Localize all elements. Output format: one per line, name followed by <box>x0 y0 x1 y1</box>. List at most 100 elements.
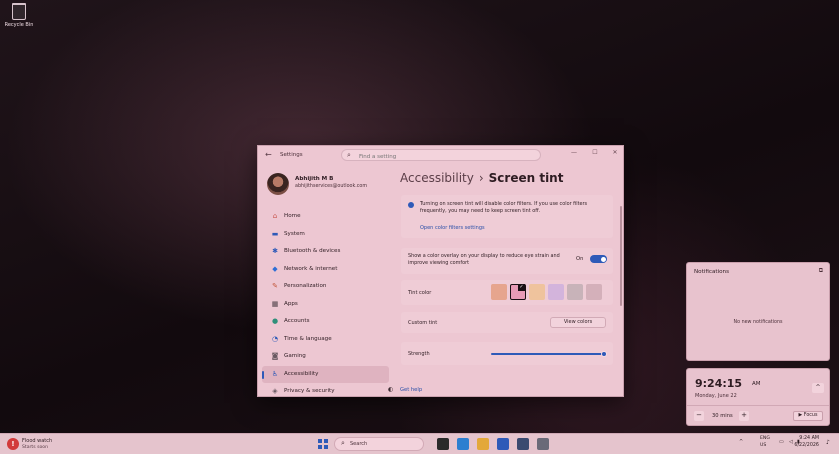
overlay-description: Show a color overlay on your display to … <box>408 253 560 266</box>
sidebar-item-icon: ✎ <box>272 282 278 290</box>
settings-search-input[interactable] <box>357 151 539 162</box>
page-title: Accessibility › Screen tint <box>400 171 563 185</box>
maximize-button[interactable]: ☐ <box>588 149 602 156</box>
weather-title: Flood watch <box>22 438 53 444</box>
sidebar-item-accounts[interactable]: ● Accounts <box>262 313 389 331</box>
breadcrumb-accessibility[interactable]: Accessibility <box>400 171 474 185</box>
sidebar-item-icon: ♿ <box>271 369 279 378</box>
sidebar-item-icon: ● <box>271 317 279 325</box>
notification-settings-icon[interactable]: ⧉ <box>819 267 823 275</box>
tint-swatch[interactable] <box>529 284 545 300</box>
tint-color-label: Tint color <box>408 290 432 296</box>
tint-swatch[interactable] <box>510 284 526 300</box>
settings-window: ← Settings ⌕ — ☐ ✕ Abhijith M B abhijith… <box>257 145 624 397</box>
minimize-button[interactable]: — <box>567 149 581 156</box>
no-notifications-text: No new notifications <box>733 320 783 325</box>
info-card: Turning on screen tint will disable colo… <box>401 195 613 238</box>
tint-color-row: Tint color <box>401 280 613 305</box>
get-help-link[interactable]: ◐ Get help <box>388 386 423 393</box>
strength-row: Strength <box>401 342 613 365</box>
taskbar: ! Flood watch Starts soon ⌕ Search ^ ENG… <box>0 433 839 454</box>
windows-logo-pane <box>323 439 328 444</box>
strength-slider-track[interactable] <box>491 353 605 355</box>
profile-email: abhijithservices@outlook.com <box>295 184 368 189</box>
sidebar-item-icon: ✱ <box>272 247 278 255</box>
alert-icon: ! <box>7 438 19 450</box>
breadcrumb-separator: › <box>478 171 484 185</box>
user-profile[interactable]: Abhijith M B abhijithservices@outlook.co… <box>267 171 397 197</box>
focus-increase-button[interactable]: + <box>739 411 749 421</box>
recycle-bin-label: Recycle Bin <box>4 22 34 28</box>
start-button[interactable] <box>318 439 328 449</box>
tint-swatch[interactable] <box>548 284 564 300</box>
expand-calendar-button[interactable]: ^ <box>812 383 824 393</box>
focus-duration: 30 mins <box>712 413 733 419</box>
sidebar-item-gaming[interactable]: ◙ Gaming <box>262 348 389 366</box>
get-help-label: Get help <box>400 387 423 393</box>
view-colors-button[interactable]: View colors <box>550 317 606 328</box>
taskbar-search[interactable]: ⌕ Search <box>334 437 424 451</box>
store-icon[interactable] <box>517 438 529 450</box>
clock-time: 9:24:15 <box>695 377 743 390</box>
sidebar-item-label: Gaming <box>284 353 306 359</box>
sidebar-item-label: Personalization <box>284 283 327 289</box>
strength-slider-thumb[interactable] <box>601 351 607 357</box>
recycle-bin[interactable]: Recycle Bin <box>4 3 34 28</box>
sidebar-item-system[interactable]: ▬ System <box>262 226 389 244</box>
sidebar-item-icon: ◈ <box>272 387 278 395</box>
divider <box>687 405 829 406</box>
tint-swatch[interactable] <box>567 284 583 300</box>
overlay-toggle[interactable] <box>590 255 607 263</box>
sidebar-item-network-internet[interactable]: ◆ Network & internet <box>262 261 389 279</box>
language-indicator[interactable]: ENG US <box>760 436 770 449</box>
mail-icon[interactable] <box>497 438 509 450</box>
edge-icon[interactable] <box>457 438 469 450</box>
tint-swatch[interactable] <box>491 284 507 300</box>
file-explorer-icon[interactable] <box>477 438 489 450</box>
info-text: Turning on screen tint will disable colo… <box>420 201 588 214</box>
calendar-flyout: 9:24:15 AM Monday, June 22 ^ − 30 mins +… <box>686 368 830 426</box>
sidebar-item-label: Accounts <box>284 318 310 324</box>
custom-tint-label: Custom tint <box>408 320 438 326</box>
sidebar-item-label: System <box>284 230 305 237</box>
clock-date: Monday, June 22 <box>695 393 737 399</box>
help-icon: ◐ <box>388 386 394 393</box>
breadcrumb-current: Screen tint <box>488 171 564 185</box>
windows-logo-icon <box>318 439 323 444</box>
focus-decrease-button[interactable]: − <box>694 411 704 421</box>
color-filters-link[interactable]: Open color filters settings <box>420 225 485 231</box>
back-arrow-icon[interactable]: ← <box>265 150 272 159</box>
task-view-icon[interactable] <box>437 438 449 450</box>
recycle-bin-icon <box>12 3 26 20</box>
strength-label: Strength <box>408 351 430 357</box>
sidebar-item-apps[interactable]: ▦ Apps <box>262 296 389 314</box>
weather-subtitle: Starts soon <box>22 445 49 450</box>
focus-button[interactable]: ▶ Focus <box>793 411 823 421</box>
close-button[interactable]: ✕ <box>608 149 622 156</box>
tint-swatch[interactable] <box>586 284 602 300</box>
notification-bell-icon[interactable]: ♪ <box>826 439 830 446</box>
sidebar-item-label: Accessibility <box>284 370 319 377</box>
sidebar-nav: ⌂ Home ▬ System ✱ Bluetooth & devices ◆ Network… <box>262 208 389 401</box>
sidebar-item-personalization[interactable]: ✎ Personalization <box>262 278 389 296</box>
sidebar-item-home[interactable]: ⌂ Home <box>262 208 389 226</box>
weather-widget[interactable]: ! Flood watch Starts soon <box>7 436 67 453</box>
custom-tint-row: Custom tint View colors <box>401 312 613 333</box>
settings-search[interactable]: ⌕ <box>341 149 541 162</box>
sidebar-item-time-language[interactable]: ◔ Time & language <box>262 331 389 349</box>
content-scrollbar[interactable] <box>620 206 622 306</box>
windows-logo-pane <box>318 444 323 449</box>
sidebar-item-privacy-security[interactable]: ◈ Privacy & security <box>262 383 389 401</box>
sidebar-item-bluetooth-devices[interactable]: ✱ Bluetooth & devices <box>262 243 389 261</box>
settings-icon[interactable] <box>537 438 549 450</box>
show-hidden-icons-button[interactable]: ^ <box>739 439 743 445</box>
sidebar-item-label: Time & language <box>284 335 332 342</box>
sidebar-item-label: Network & internet <box>284 265 338 272</box>
sidebar-item-icon: ◔ <box>271 334 279 343</box>
notifications-title: Notifications <box>694 269 730 275</box>
overlay-toggle-state: On <box>576 256 584 262</box>
sidebar-item-icon: ◙ <box>271 352 279 360</box>
sidebar-item-accessibility[interactable]: ♿ Accessibility <box>262 365 389 383</box>
sidebar-item-label: Bluetooth & devices <box>284 248 341 254</box>
taskbar-clock[interactable]: 9:24 AM 6/22/2026 <box>781 436 819 449</box>
